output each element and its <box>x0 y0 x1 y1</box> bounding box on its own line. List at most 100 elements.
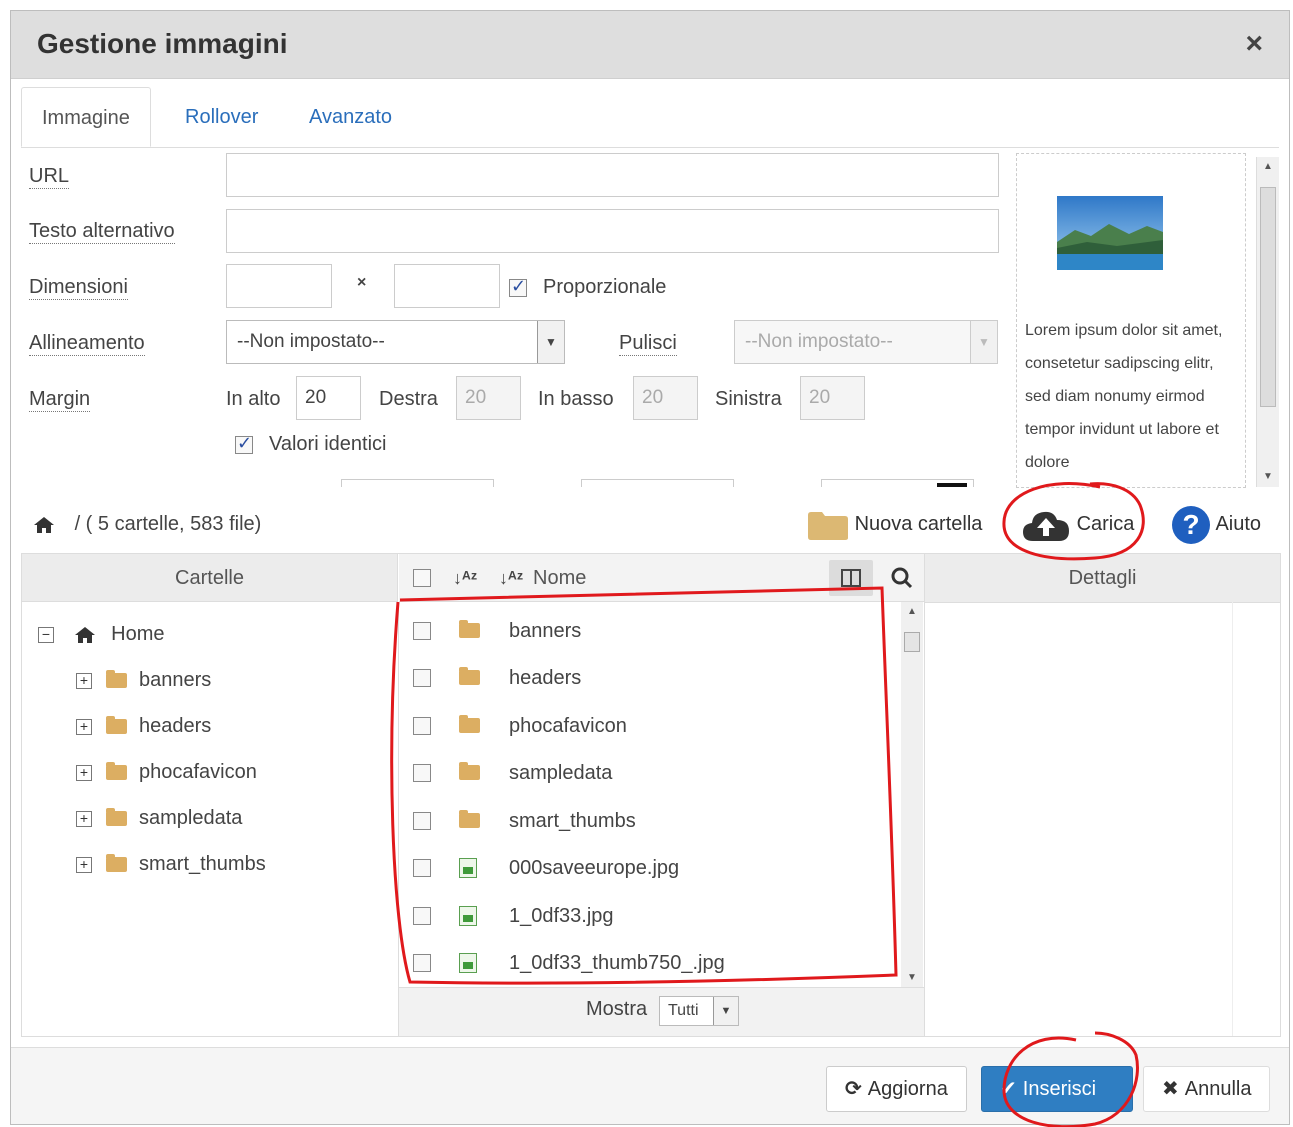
close-icon: ✖ <box>1162 1078 1179 1100</box>
width-input[interactable] <box>226 264 332 308</box>
margin-top-label: In alto <box>226 388 281 410</box>
help-button[interactable]: ? Aiuto <box>1171 496 1261 552</box>
scrollbar-thumb[interactable] <box>1260 187 1276 407</box>
list-item[interactable]: 000saveeurope.jpg <box>399 845 879 891</box>
row-checkbox[interactable] <box>413 954 431 972</box>
tree-item-label: banners <box>139 669 212 691</box>
row-checkbox[interactable] <box>413 812 431 830</box>
cloud-upload-icon <box>1023 511 1069 541</box>
border-style-field <box>581 479 734 487</box>
show-select[interactable]: Tutti ▼ <box>659 996 739 1026</box>
refresh-button[interactable]: ⟳ Aggiorna <box>826 1066 967 1112</box>
preview-scrollbar[interactable]: ▲ ▼ <box>1256 157 1279 487</box>
expand-icon[interactable]: + <box>76 672 92 689</box>
alt-text-label: Testo alternativo <box>29 220 175 244</box>
tree-item-smart-thumbs[interactable]: + smart_thumbs <box>76 847 266 881</box>
alignment-select[interactable]: --Non impostato-- ▼ <box>226 320 565 364</box>
folder-icon <box>106 854 127 873</box>
row-checkbox[interactable] <box>413 907 431 925</box>
tree-item-phocafavicon[interactable]: + phocafavicon <box>76 755 257 789</box>
refresh-label: Aggiorna <box>867 1078 948 1100</box>
list-item[interactable]: 1_0df33.jpg <box>399 893 879 939</box>
scrollbar-thumb[interactable] <box>904 632 920 652</box>
image-file-icon <box>459 906 477 926</box>
scroll-up-icon[interactable]: ▲ <box>901 602 923 622</box>
tree-item-headers[interactable]: + headers <box>76 709 211 743</box>
collapse-icon[interactable]: − <box>38 626 54 643</box>
file-name: 000saveeurope.jpg <box>509 857 680 879</box>
margin-right-label: Destra <box>379 388 438 410</box>
cancel-button[interactable]: ✖ Annulla <box>1143 1066 1271 1112</box>
clear-select[interactable]: --Non impostato-- ▼ <box>734 320 998 364</box>
margin-top-input[interactable] <box>296 376 361 420</box>
scroll-up-icon[interactable]: ▲ <box>1257 157 1279 177</box>
tab-immagine[interactable]: Immagine <box>21 87 151 147</box>
expand-icon[interactable]: + <box>76 718 92 735</box>
list-item[interactable]: headers <box>399 655 879 701</box>
show-label: Mostra <box>586 998 648 1020</box>
row-checkbox[interactable] <box>413 764 431 782</box>
insert-button[interactable]: ✔ Inserisci <box>981 1066 1133 1112</box>
expand-icon[interactable]: + <box>76 856 92 873</box>
expand-icon[interactable]: + <box>76 764 92 781</box>
folder-icon <box>106 716 127 735</box>
list-item[interactable]: phocafavicon <box>399 703 879 749</box>
tree-item-banners[interactable]: + banners <box>76 663 211 697</box>
url-input[interactable] <box>226 153 999 197</box>
file-name: phocafavicon <box>509 715 627 737</box>
list-item[interactable]: sampledata <box>399 750 879 796</box>
folder-icon <box>459 620 480 638</box>
file-list-header: ↓ᴬᶻ ↓ᴬᶻ Nome <box>399 554 924 602</box>
sort-name-icon[interactable]: ↓ᴬᶻ <box>499 554 523 602</box>
list-item[interactable]: 1_0df33_thumb750_.jpg <box>399 940 879 986</box>
equal-values-checkbox[interactable] <box>235 433 253 454</box>
tree-item-sampledata[interactable]: + sampledata <box>76 801 242 835</box>
proportional-checkbox[interactable] <box>509 276 527 297</box>
columns-toggle-button[interactable] <box>829 560 873 596</box>
alt-text-input[interactable] <box>226 209 999 253</box>
file-name: smart_thumbs <box>509 810 636 832</box>
new-folder-button[interactable]: Nuova cartella <box>807 496 982 552</box>
show-select-value: Tutti <box>668 1002 699 1019</box>
name-column-header[interactable]: Nome <box>533 554 586 602</box>
row-checkbox[interactable] <box>413 859 431 877</box>
row-checkbox[interactable] <box>413 622 431 640</box>
height-input[interactable] <box>394 264 500 308</box>
margin-right-input[interactable] <box>456 376 521 420</box>
sort-type-icon[interactable]: ↓ᴬᶻ <box>453 554 477 602</box>
margin-left-input[interactable] <box>800 376 865 420</box>
tab-avanzato[interactable]: Avanzato <box>309 87 392 147</box>
dimensions-label: Dimensioni <box>29 276 128 300</box>
details-header: Dettagli <box>924 554 1280 603</box>
home-icon[interactable] <box>33 516 55 534</box>
preview-text: Lorem ipsum dolor sit amet, consetetur s… <box>1025 322 1223 471</box>
close-icon[interactable]: × <box>1245 27 1263 61</box>
new-folder-label: Nuova cartella <box>854 513 983 535</box>
columns-icon <box>841 569 861 587</box>
proportional-label: Proporzionale <box>543 276 667 298</box>
scroll-down-icon[interactable]: ▼ <box>901 968 923 988</box>
list-item[interactable]: banners <box>399 608 879 654</box>
expand-icon[interactable]: + <box>76 810 92 827</box>
file-name: banners <box>509 620 582 642</box>
file-list-footer: Mostra Tutti ▼ <box>399 987 924 1036</box>
dimensions-separator: × <box>357 274 367 291</box>
breadcrumb: / ( 5 cartelle, 583 file) <box>33 496 261 552</box>
file-list-scrollbar[interactable]: ▲ ▼ <box>901 602 923 988</box>
list-item[interactable]: smart_thumbs <box>399 798 879 844</box>
tab-rollover[interactable]: Rollover <box>185 87 258 147</box>
folder-icon <box>808 511 848 540</box>
folder-icon <box>459 762 480 780</box>
folder-tree: − Home + banners + headers + phocafavicon +… <box>22 602 399 1036</box>
row-checkbox[interactable] <box>413 669 431 687</box>
margin-left-label: Sinistra <box>715 388 782 410</box>
upload-button[interactable]: Carica <box>1021 496 1134 552</box>
tree-item-label: sampledata <box>139 807 243 829</box>
row-checkbox[interactable] <box>413 717 431 735</box>
margin-bottom-input[interactable] <box>633 376 698 420</box>
upload-label: Carica <box>1076 513 1135 535</box>
search-icon[interactable] <box>891 567 913 589</box>
select-all-checkbox[interactable] <box>413 569 431 587</box>
scroll-down-icon[interactable]: ▼ <box>1257 467 1279 487</box>
tree-item-home[interactable]: − Home <box>38 617 164 651</box>
